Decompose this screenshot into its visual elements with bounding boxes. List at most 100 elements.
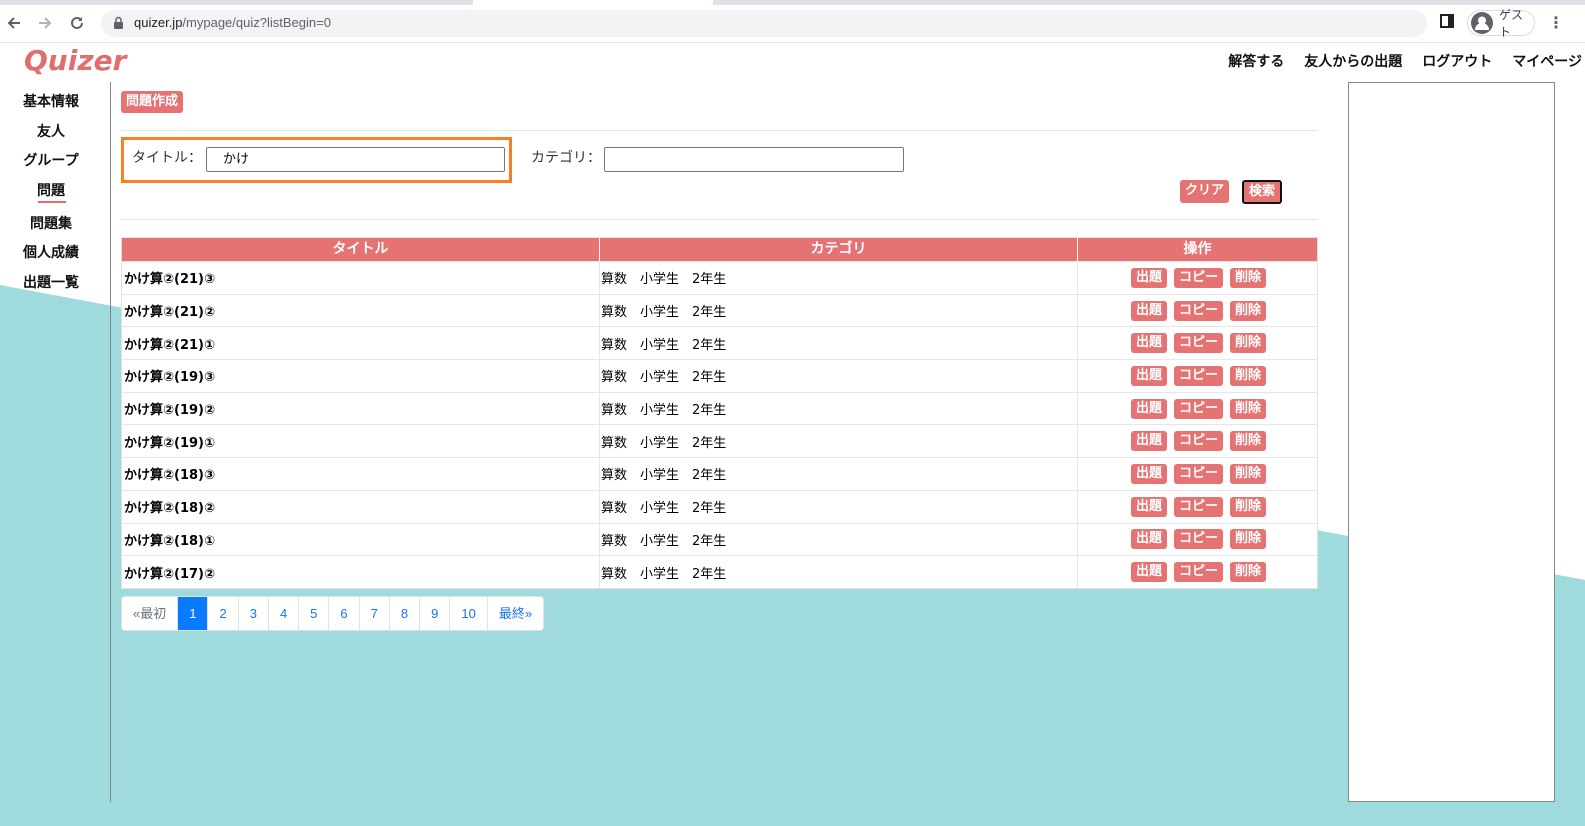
page-7[interactable]: 7 bbox=[360, 597, 390, 630]
row-title[interactable]: かけ算②(21)③ bbox=[122, 262, 600, 294]
delete-button[interactable]: 削除 bbox=[1230, 267, 1267, 288]
forward-arrow-icon[interactable] bbox=[33, 11, 57, 35]
row-title[interactable]: かけ算②(18)③ bbox=[122, 458, 600, 490]
header-category: カテゴリ bbox=[600, 238, 1078, 261]
row-title[interactable]: かけ算②(19)② bbox=[122, 392, 600, 425]
assign-button[interactable]: 出題 bbox=[1130, 365, 1167, 386]
active-tab[interactable] bbox=[473, 0, 713, 5]
side-panel-icon[interactable] bbox=[1440, 14, 1454, 32]
page-5[interactable]: 5 bbox=[299, 597, 330, 630]
url-text: quizer.jp/mypage/quiz?listBegin=0 bbox=[134, 15, 331, 30]
assign-button[interactable]: 出題 bbox=[1130, 333, 1167, 354]
page-10[interactable]: 10 bbox=[450, 597, 488, 630]
assign-button[interactable]: 出題 bbox=[1130, 496, 1167, 517]
profile-button[interactable]: ゲスト bbox=[1467, 8, 1535, 39]
delete-button[interactable]: 削除 bbox=[1230, 562, 1267, 583]
copy-button[interactable]: コピー bbox=[1173, 300, 1223, 321]
page-9[interactable]: 9 bbox=[420, 597, 451, 630]
row-title[interactable]: かけ算②(17)② bbox=[122, 556, 600, 588]
table-row: かけ算②(19)① 算数 小学生 2年生 出題 コピー 削除 bbox=[122, 424, 1317, 458]
header-actions: 操作 bbox=[1183, 241, 1212, 257]
table-row: かけ算②(21)① 算数 小学生 2年生 出題 コピー 削除 bbox=[122, 326, 1317, 360]
reload-icon[interactable] bbox=[65, 11, 89, 35]
assign-button[interactable]: 出題 bbox=[1130, 300, 1167, 321]
copy-button[interactable]: コピー bbox=[1173, 463, 1223, 484]
top-navigation: 解答する 友人からの出題 ログアウト マイページ bbox=[1208, 51, 1582, 71]
delete-button[interactable]: 削除 bbox=[1230, 365, 1267, 386]
url-path: /mypage/quiz?listBegin=0 bbox=[182, 15, 331, 30]
title-search-input[interactable]: かけ bbox=[206, 147, 505, 172]
copy-button[interactable]: コピー bbox=[1173, 333, 1223, 354]
copy-button[interactable]: コピー bbox=[1173, 529, 1223, 550]
assign-button[interactable]: 出題 bbox=[1130, 463, 1167, 484]
assign-button[interactable]: 出題 bbox=[1130, 431, 1167, 452]
page-4[interactable]: 4 bbox=[269, 597, 300, 630]
row-actions: 出題 コピー 削除 bbox=[1078, 491, 1317, 523]
page-last[interactable]: 最終» bbox=[488, 597, 543, 630]
assign-button[interactable]: 出題 bbox=[1130, 267, 1167, 288]
category-search-label: カテゴリ： bbox=[531, 150, 601, 166]
site-logo[interactable]: Quizer bbox=[24, 44, 126, 77]
back-arrow-icon[interactable] bbox=[2, 11, 26, 35]
page-3[interactable]: 3 bbox=[239, 597, 269, 630]
delete-button[interactable]: 削除 bbox=[1230, 496, 1267, 517]
row-title[interactable]: かけ算②(19)① bbox=[122, 425, 600, 458]
avatar-icon bbox=[1471, 12, 1493, 34]
delete-button[interactable]: 削除 bbox=[1230, 463, 1267, 484]
assign-button[interactable]: 出題 bbox=[1130, 562, 1167, 583]
row-title[interactable]: かけ算②(21)① bbox=[122, 327, 600, 360]
clear-button[interactable]: クリア bbox=[1180, 180, 1230, 203]
delete-button[interactable]: 削除 bbox=[1230, 398, 1267, 419]
sidebar-item-question-sets[interactable]: 問題集 bbox=[0, 213, 102, 233]
nav-mypage[interactable]: マイページ bbox=[1512, 51, 1582, 71]
menu-kebab-icon[interactable]: ⋮ bbox=[1548, 13, 1564, 32]
row-title[interactable]: かけ算②(21)② bbox=[122, 294, 600, 327]
delete-button[interactable]: 削除 bbox=[1230, 333, 1267, 354]
page-2[interactable]: 2 bbox=[208, 597, 239, 630]
page-1[interactable]: 1 bbox=[178, 597, 209, 630]
page-first[interactable]: «最初 bbox=[122, 597, 179, 630]
assign-button[interactable]: 出題 bbox=[1130, 529, 1167, 550]
page-6[interactable]: 6 bbox=[329, 597, 360, 630]
search-button[interactable]: 検索 bbox=[1242, 180, 1283, 204]
copy-button[interactable]: コピー bbox=[1173, 496, 1223, 517]
category-search-input[interactable] bbox=[604, 147, 904, 172]
pagination: «最初 1 2 3 4 5 6 7 8 9 10 最終» bbox=[121, 596, 545, 631]
divider-bottom bbox=[121, 219, 1318, 220]
row-actions: 出題 コピー 削除 bbox=[1078, 262, 1317, 294]
row-category: 算数 小学生 2年生 bbox=[600, 490, 1078, 523]
row-actions: 出題 コピー 削除 bbox=[1078, 360, 1317, 392]
copy-button[interactable]: コピー bbox=[1173, 562, 1223, 583]
copy-button[interactable]: コピー bbox=[1173, 267, 1223, 288]
delete-button[interactable]: 削除 bbox=[1230, 431, 1267, 452]
row-category: 算数 小学生 2年生 bbox=[600, 425, 1078, 458]
url-host: quizer.jp bbox=[134, 15, 183, 30]
sidebar-item-basic-info[interactable]: 基本情報 bbox=[0, 91, 102, 111]
row-title[interactable]: かけ算②(19)③ bbox=[122, 360, 600, 392]
copy-button[interactable]: コピー bbox=[1173, 365, 1223, 386]
delete-button[interactable]: 削除 bbox=[1230, 529, 1267, 550]
copy-button[interactable]: コピー bbox=[1173, 398, 1223, 419]
sidebar-item-friends[interactable]: 友人 bbox=[0, 121, 102, 141]
browser-toolbar: quizer.jp/mypage/quiz?listBegin=0 ゲスト ⋮ bbox=[0, 0, 1585, 43]
nav-answer[interactable]: 解答する bbox=[1228, 51, 1284, 71]
sidebar-item-groups[interactable]: グループ bbox=[0, 150, 102, 170]
sidebar-item-personal-results[interactable]: 個人成績 bbox=[0, 242, 102, 262]
row-title[interactable]: かけ算②(18)① bbox=[122, 523, 600, 556]
assign-button[interactable]: 出題 bbox=[1130, 398, 1167, 419]
table-row: かけ算②(21)② 算数 小学生 2年生 出題 コピー 削除 bbox=[122, 293, 1317, 327]
row-category: 算数 小学生 2年生 bbox=[600, 392, 1078, 425]
address-bar[interactable]: quizer.jp/mypage/quiz?listBegin=0 bbox=[101, 10, 1427, 37]
sidebar-item-questions[interactable]: 問題 bbox=[0, 180, 102, 203]
sidebar-item-assignments[interactable]: 出題一覧 bbox=[0, 272, 102, 292]
page-8[interactable]: 8 bbox=[390, 597, 421, 630]
delete-button[interactable]: 削除 bbox=[1230, 300, 1267, 321]
row-category: 算数 小学生 2年生 bbox=[600, 294, 1078, 327]
title-search-label: タイトル： bbox=[132, 150, 202, 166]
create-question-button[interactable]: 問題作成 bbox=[121, 91, 184, 113]
copy-button[interactable]: コピー bbox=[1173, 431, 1223, 452]
nav-friend-quizzes[interactable]: 友人からの出題 bbox=[1304, 51, 1402, 71]
row-title[interactable]: かけ算②(18)② bbox=[122, 490, 600, 523]
table-row: かけ算②(18)② 算数 小学生 2年生 出題 コピー 削除 bbox=[122, 489, 1317, 523]
nav-logout[interactable]: ログアウト bbox=[1422, 51, 1492, 71]
